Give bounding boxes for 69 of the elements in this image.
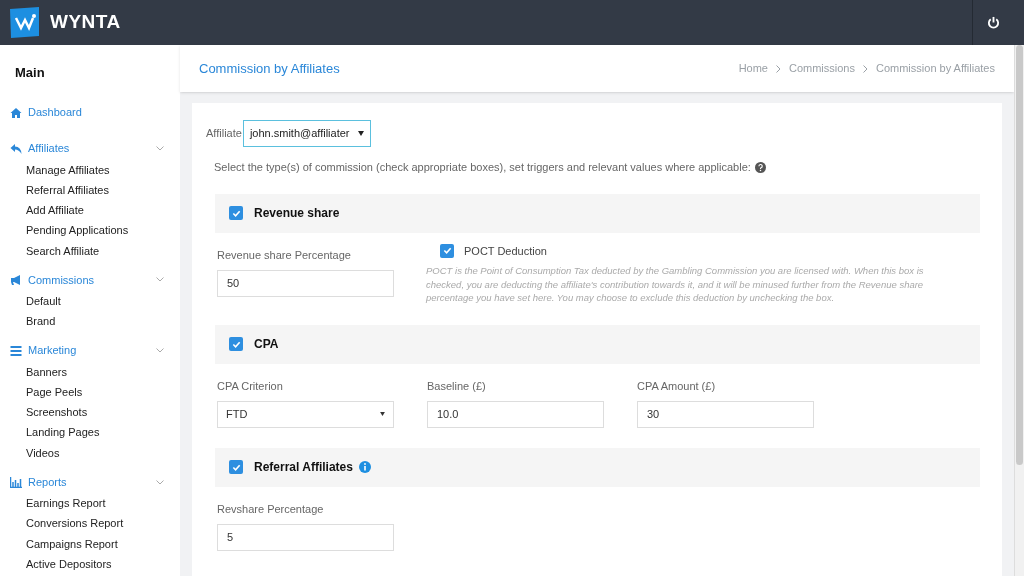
- home-icon: [10, 106, 22, 119]
- chevron-down-icon[interactable]: [156, 277, 164, 283]
- sidebar-group[interactable]: Commissions: [28, 271, 94, 289]
- megaphone-icon: [10, 274, 22, 286]
- chevron-down-icon[interactable]: [156, 479, 164, 485]
- reply-arrow-icon: [10, 142, 22, 155]
- chevron-right-icon: [775, 64, 781, 73]
- caret-icon: [380, 412, 385, 416]
- field-label: Baseline (£): [427, 378, 487, 393]
- breadcrumb-current: Commission by Affiliates: [876, 61, 995, 77]
- sidebar-item[interactable]: Active Depositors: [26, 553, 172, 575]
- sidebar-item[interactable]: Page Peels: [26, 381, 172, 403]
- sidebar-group[interactable]: Affiliates: [28, 140, 70, 157]
- affiliate-select[interactable]: john.smith@affiliater: [242, 120, 371, 147]
- sidebar-item[interactable]: Brand: [26, 311, 172, 332]
- section-title: CPA: [254, 336, 279, 353]
- sidebar-group[interactable]: Marketing: [28, 342, 77, 359]
- sidebar-item[interactable]: Default: [26, 291, 172, 312]
- sidebar-item[interactable]: Manage Affiliates: [26, 159, 172, 180]
- sidebar-item[interactable]: Referral Affiliates: [26, 179, 172, 201]
- sidebar-item[interactable]: Earnings Report: [26, 493, 172, 514]
- input-field[interactable]: 5: [217, 523, 394, 551]
- brand-name: WYNTA: [50, 10, 121, 35]
- info-icon[interactable]: [358, 461, 371, 473]
- sidebar-item[interactable]: Pending Applications: [26, 220, 172, 241]
- checkbox[interactable]: [440, 243, 454, 258]
- power-icon: [987, 16, 1000, 29]
- help-icon[interactable]: [754, 161, 766, 173]
- field-label: CPA Amount (£): [637, 378, 717, 393]
- checkmark-icon: [231, 339, 241, 349]
- input-field[interactable]: 50: [217, 269, 394, 297]
- logo-icon: [8, 6, 41, 39]
- checkbox[interactable]: [229, 460, 243, 474]
- chevron-down-icon[interactable]: [156, 146, 164, 151]
- sidebar-item[interactable]: Banners: [26, 361, 172, 382]
- checkmark-icon: [231, 462, 241, 472]
- field-label: Revshare Percentage: [217, 501, 325, 516]
- sidebar-item[interactable]: Add Affiliate: [26, 200, 172, 221]
- sidebar-group[interactable]: Dashboard: [28, 104, 82, 121]
- sidebar-title: Main: [15, 64, 46, 82]
- checkbox[interactable]: [229, 337, 243, 351]
- sidebar-item[interactable]: Search Affiliate: [26, 240, 172, 261]
- checkmark-icon: [442, 246, 452, 256]
- checkmark-icon: [231, 208, 241, 218]
- instructions-text: Select the type(s) of commission (check appropriate boxes), set triggers and relevant values where applicable:: [214, 160, 751, 175]
- chevron-right-icon: [863, 64, 868, 73]
- sidebar-item[interactable]: Videos: [26, 442, 172, 464]
- sidebar-item[interactable]: Landing Pages: [26, 422, 172, 443]
- bar-chart-icon: [10, 476, 22, 489]
- criterion-select[interactable]: FTD: [217, 400, 394, 428]
- checkbox[interactable]: [229, 206, 243, 220]
- sidebar-item[interactable]: Conversions Report: [26, 513, 172, 534]
- page-title: Commission by Affiliates: [199, 59, 340, 78]
- caret-icon: [357, 131, 364, 136]
- field-label: Revenue share Percentage: [217, 247, 352, 262]
- section-title: Revenue share: [254, 205, 340, 222]
- chevron-down-icon[interactable]: [156, 348, 164, 354]
- sidebar-group[interactable]: Reports: [28, 473, 67, 491]
- checkbox-label: POCT Deduction: [464, 243, 547, 259]
- input-field[interactable]: 10.0: [427, 400, 604, 428]
- scrollbar[interactable]: [1014, 45, 1024, 576]
- input-field[interactable]: 30: [637, 400, 814, 428]
- menu-icon: [10, 344, 22, 357]
- field-label: Affiliate: [206, 126, 242, 142]
- help-text: POCT is the Point of Consumption Tax deducted by the Gambling Commission you are licensed with. When this box is checked, you are deducting the affiliate's contribution towards it, and it will be minused further from the Revenue share percentage you have set here. You may choose to exclude this deduction by unchecking the box.: [426, 264, 925, 305]
- field-label: CPA Criterion: [217, 378, 284, 393]
- sidebar-item[interactable]: Campaigns Report: [26, 533, 172, 554]
- section-title: Referral Affiliates: [254, 459, 353, 476]
- sidebar-item[interactable]: Screenshots: [26, 402, 172, 423]
